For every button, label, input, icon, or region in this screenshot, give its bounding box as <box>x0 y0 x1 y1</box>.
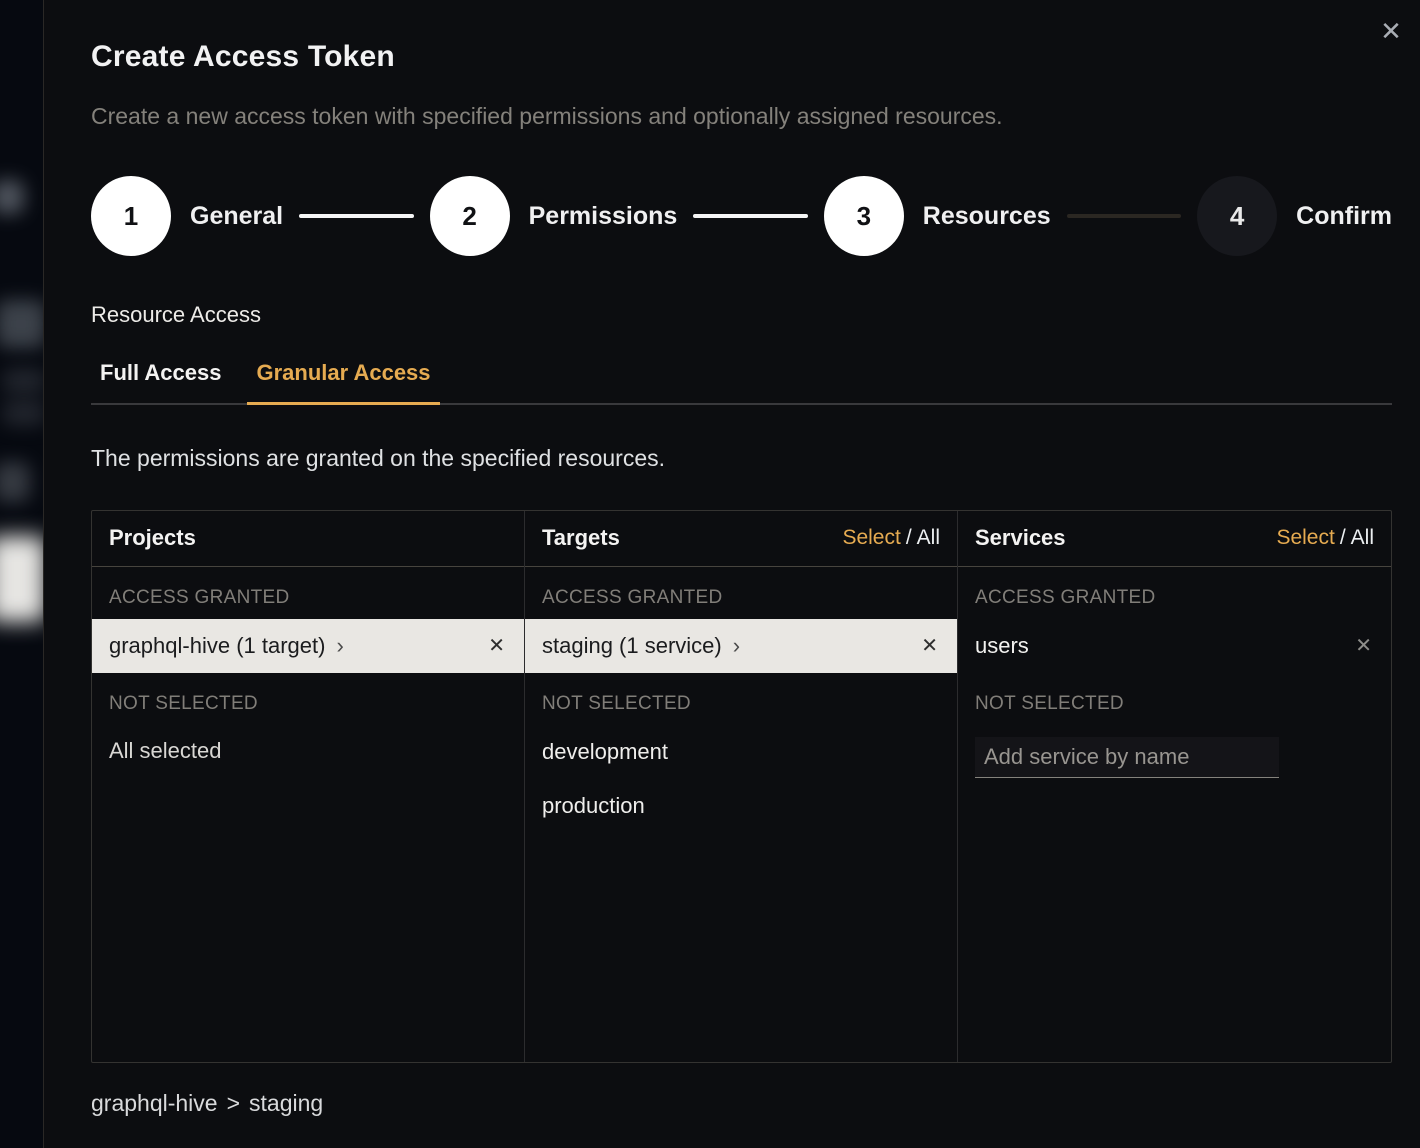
access-granted-label: ACCESS GRANTED <box>525 567 957 619</box>
services-column-header: Services Select /All <box>958 511 1391 567</box>
dialog-subtitle: Create a new access token with specified… <box>91 103 1392 130</box>
step-connector <box>1067 214 1182 218</box>
tab-full-access[interactable]: Full Access <box>91 360 230 405</box>
projects-column: Projects ACCESS GRANTED graphql-hive (1 … <box>92 511 525 1062</box>
step-general[interactable]: 1 General <box>91 176 283 256</box>
step-label: Permissions <box>529 202 678 231</box>
granted-project-label: graphql-hive (1 target) <box>109 633 325 659</box>
step-connector <box>693 214 808 218</box>
breadcrumb: graphql-hive > staging <box>91 1090 1392 1117</box>
services-select-all-link[interactable]: All <box>1351 526 1374 549</box>
step-confirm[interactable]: 4 Confirm <box>1197 176 1392 256</box>
breadcrumb-target[interactable]: staging <box>249 1090 323 1116</box>
background-blur-blob <box>2 368 43 394</box>
step-number-circle: 2 <box>430 176 510 256</box>
services-select-link[interactable]: Select <box>1276 526 1334 549</box>
granted-service-row: users ✕ <box>958 619 1391 673</box>
create-access-token-dialog: ✕ Create Access Token Create a new acces… <box>43 0 1420 1148</box>
targets-column: Targets Select /All ACCESS GRANTED stagin… <box>525 511 958 1062</box>
remove-project-icon[interactable]: ✕ <box>484 631 509 660</box>
granular-access-description: The permissions are granted on the speci… <box>91 445 1392 472</box>
dialog-title: Create Access Token <box>91 40 1392 74</box>
not-selected-label: NOT SELECTED <box>92 673 524 725</box>
chevron-right-icon: › <box>336 635 343 657</box>
background-blur-blob <box>0 462 30 502</box>
services-select-links: Select /All <box>1276 526 1374 550</box>
column-title: Services <box>975 525 1066 551</box>
granted-target-row[interactable]: staging (1 service) › ✕ <box>525 619 957 673</box>
granted-project-row[interactable]: graphql-hive (1 target) › ✕ <box>92 619 524 673</box>
background-blur-blob <box>0 300 43 348</box>
background-blur-blob <box>0 180 24 214</box>
step-label: Resources <box>923 202 1051 231</box>
not-selected-label: NOT SELECTED <box>525 673 957 725</box>
background-blur-blob <box>2 400 43 426</box>
targets-select-all-link[interactable]: All <box>917 526 940 549</box>
targets-column-header: Targets Select /All <box>525 511 957 567</box>
step-number-circle: 1 <box>91 176 171 256</box>
column-title: Projects <box>109 525 196 551</box>
add-service-input[interactable] <box>975 737 1279 778</box>
tab-granular-access[interactable]: Granular Access <box>247 360 439 405</box>
access-granted-label: ACCESS GRANTED <box>958 567 1391 619</box>
step-label: Confirm <box>1296 202 1392 231</box>
remove-target-icon[interactable]: ✕ <box>917 631 942 660</box>
column-title: Targets <box>542 525 620 551</box>
resource-access-heading: Resource Access <box>91 302 1392 328</box>
step-connector <box>299 214 414 218</box>
target-option-development[interactable]: development <box>525 725 957 779</box>
resource-picker-table: Projects ACCESS GRANTED graphql-hive (1 … <box>91 510 1392 1063</box>
access-mode-tabs: Full Access Granular Access <box>91 360 1392 405</box>
all-selected-note: All selected <box>92 725 524 777</box>
targets-select-links: Select /All <box>842 526 940 550</box>
select-separator: / <box>1340 526 1346 549</box>
wizard-stepper: 1 General 2 Permissions 3 Resources 4 Co… <box>91 176 1392 256</box>
background-blur-blob <box>0 536 43 622</box>
page-backdrop <box>0 0 43 1148</box>
step-label: General <box>190 202 283 231</box>
granted-target-label: staging (1 service) <box>542 633 722 659</box>
breadcrumb-project[interactable]: graphql-hive <box>91 1090 218 1116</box>
select-separator: / <box>906 526 912 549</box>
targets-select-link[interactable]: Select <box>842 526 900 549</box>
step-resources[interactable]: 3 Resources <box>824 176 1051 256</box>
breadcrumb-separator: > <box>227 1090 240 1116</box>
chevron-right-icon: › <box>733 635 740 657</box>
services-column: Services Select /All ACCESS GRANTED users… <box>958 511 1391 1062</box>
close-icon[interactable]: ✕ <box>1376 16 1406 46</box>
remove-service-icon[interactable]: ✕ <box>1351 631 1376 660</box>
step-permissions[interactable]: 2 Permissions <box>430 176 678 256</box>
step-number-circle: 4 <box>1197 176 1277 256</box>
step-number-circle: 3 <box>824 176 904 256</box>
granted-service-label: users <box>975 633 1029 659</box>
access-granted-label: ACCESS GRANTED <box>92 567 524 619</box>
projects-column-header: Projects <box>92 511 524 567</box>
not-selected-label: NOT SELECTED <box>958 673 1391 725</box>
target-option-production[interactable]: production <box>525 779 957 833</box>
